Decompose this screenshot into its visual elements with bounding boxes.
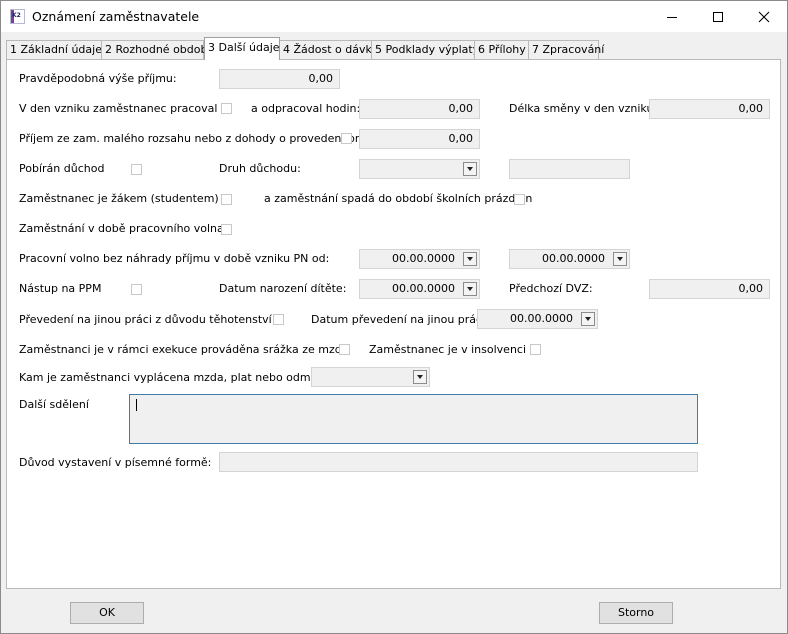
pregnancy-transfer-checkbox[interactable]	[273, 314, 284, 325]
probable-income-label: Pravděpodobná výše příjmu:	[19, 72, 177, 85]
tab-zakladni-udaje[interactable]: 1 Základní údaje	[6, 40, 102, 59]
student-checkbox[interactable]	[221, 194, 232, 205]
payment-destination-label: Kam je zaměstnanci vyplácena mzda, plat …	[19, 371, 335, 384]
pension-type-extra-field[interactable]	[509, 159, 630, 179]
child-birth-date[interactable]: 00.00.0000	[359, 279, 480, 299]
minimize-icon	[667, 16, 677, 18]
unpaid-leave-from-date[interactable]: 00.00.0000	[359, 249, 480, 269]
child-birth-value: 00.00.0000	[392, 282, 455, 295]
worked-on-day-checkbox[interactable]	[221, 103, 232, 114]
transfer-date-label: Datum převedení na jinou práci:	[311, 313, 489, 326]
leisure-time-checkbox[interactable]	[221, 224, 232, 235]
text-cursor	[136, 399, 137, 411]
cancel-button[interactable]: Storno	[599, 602, 673, 624]
window-title: Oznámení zaměstnavatele	[32, 9, 200, 24]
chevron-down-icon[interactable]	[463, 162, 477, 176]
app-icon-text: K2	[12, 12, 21, 19]
tab-podklady-vyplaty[interactable]: 5 Podklady výplaty	[371, 40, 479, 59]
pension-type-label: Druh důchodu:	[219, 162, 301, 175]
maximize-button[interactable]	[695, 1, 741, 32]
previous-dvz-label: Předchozí DVZ:	[509, 282, 593, 295]
shift-length-field[interactable]: 0,00	[649, 99, 770, 119]
written-reason-field[interactable]	[219, 452, 698, 472]
chevron-down-icon[interactable]	[613, 252, 627, 266]
insolvency-checkbox[interactable]	[530, 344, 541, 355]
other-info-textarea[interactable]	[129, 394, 698, 444]
chevron-down-icon[interactable]	[581, 312, 595, 326]
shift-length-label: Délka směny v den vzniku:	[509, 102, 658, 115]
unpaid-leave-from-value: 00.00.0000	[392, 252, 455, 265]
close-icon	[758, 11, 770, 22]
student-label: Zaměstnanec je žákem (studentem)	[19, 192, 219, 205]
maximize-icon	[713, 11, 723, 22]
pregnancy-transfer-label: Převedení na jinou práci z důvodu těhote…	[19, 313, 272, 326]
unpaid-leave-to-value: 00.00.0000	[542, 252, 605, 265]
school-holidays-checkbox[interactable]	[514, 194, 525, 205]
tab-dalsi-udaje[interactable]: 3 Další údaje	[204, 37, 280, 60]
close-button[interactable]	[741, 1, 787, 32]
payment-destination-select[interactable]	[311, 367, 430, 387]
ok-button[interactable]: OK	[70, 602, 144, 624]
pension-label: Pobírán důchod	[19, 162, 105, 175]
tab-zadost-o-davku[interactable]: 4 Žádost o dávku	[279, 40, 379, 59]
written-reason-label: Důvod vystavení v písemné formě:	[19, 456, 212, 469]
child-birth-label: Datum narození dítěte:	[219, 282, 347, 295]
worked-hours-label: a odpracoval hodin:	[251, 102, 361, 115]
tab-prilohy[interactable]: 6 Přílohy	[474, 40, 529, 59]
small-scope-income-checkbox[interactable]	[341, 133, 352, 144]
small-scope-income-label: Příjem ze zam. malého rozsahu nebo z doh…	[19, 132, 383, 145]
worked-on-day-label: V den vzniku zaměstnanec pracoval	[19, 102, 218, 115]
leisure-time-label: Zaměstnání v době pracovního volna	[19, 222, 224, 235]
minimize-button[interactable]	[649, 1, 695, 32]
unpaid-leave-to-date[interactable]: 00.00.0000	[509, 249, 630, 269]
chevron-down-icon[interactable]	[463, 282, 477, 296]
school-holidays-label: a zaměstnání spadá do období školních pr…	[264, 192, 533, 205]
chevron-down-icon[interactable]	[463, 252, 477, 266]
pension-type-select[interactable]	[359, 159, 480, 179]
dialog-window: K2 Oznámení zaměstnavatele 1 Základní úd…	[0, 0, 788, 634]
chevron-down-icon[interactable]	[413, 370, 427, 384]
transfer-date[interactable]: 00.00.0000	[477, 309, 598, 329]
tab-zpracovani[interactable]: 7 Zpracování	[528, 40, 604, 59]
tab-rozhodne-obdobi[interactable]: 2 Rozhodné období	[101, 40, 211, 59]
other-info-label: Další sdělení	[19, 398, 89, 411]
app-icon: K2	[10, 9, 25, 24]
probable-income-field[interactable]: 0,00	[219, 69, 340, 89]
execution-checkbox[interactable]	[339, 344, 350, 355]
previous-dvz-field[interactable]: 0,00	[649, 279, 770, 299]
title-bar: K2 Oznámení zaměstnavatele	[1, 1, 787, 32]
ppm-start-checkbox[interactable]	[131, 284, 142, 295]
transfer-date-value: 00.00.0000	[510, 312, 573, 325]
insolvency-label: Zaměstnanec je v insolvenci	[369, 343, 527, 356]
execution-label: Zaměstnanci je v rámci exekuce prováděna…	[19, 343, 349, 356]
ppm-start-label: Nástup na PPM	[19, 282, 102, 295]
pension-checkbox[interactable]	[131, 164, 142, 175]
worked-hours-field[interactable]: 0,00	[359, 99, 480, 119]
unpaid-leave-label: Pracovní volno bez náhrady příjmu v době…	[19, 252, 330, 265]
small-scope-income-field[interactable]: 0,00	[359, 129, 480, 149]
